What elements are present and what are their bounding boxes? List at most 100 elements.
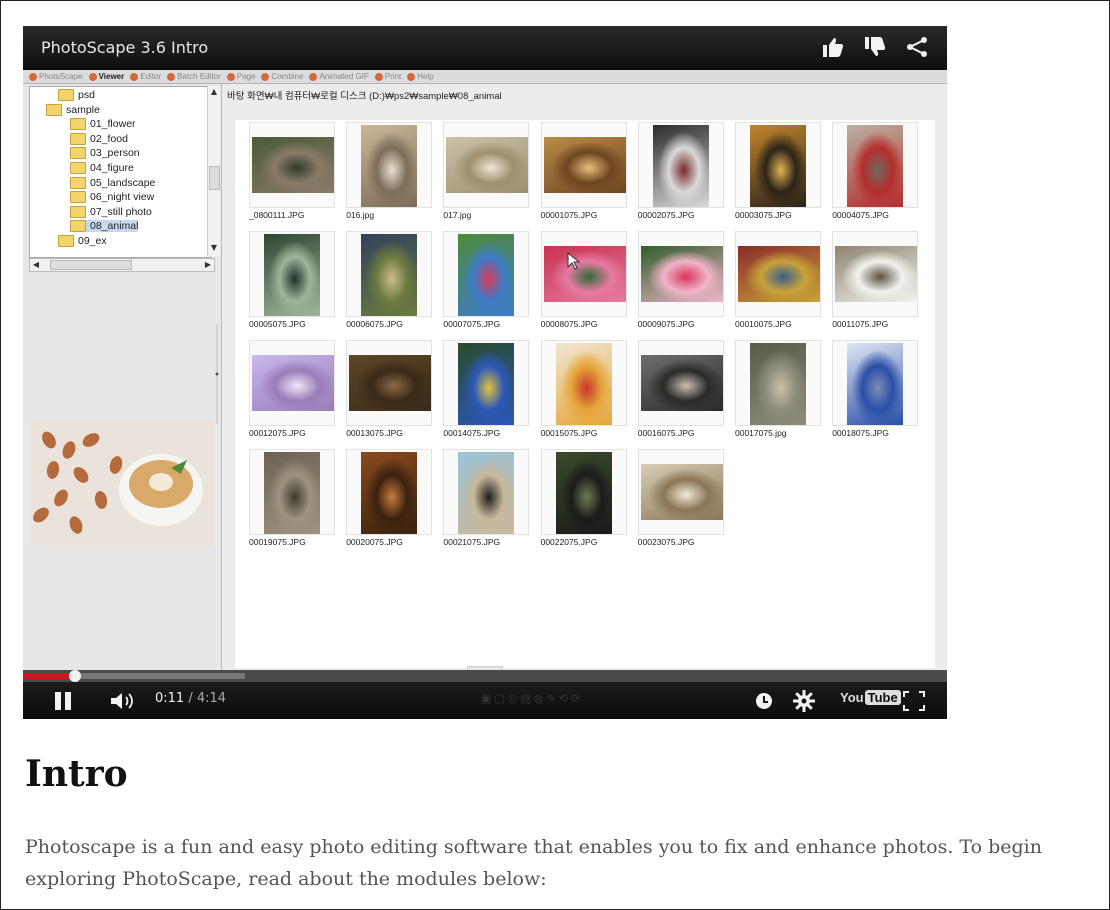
thumbs-up-icon[interactable]	[821, 36, 845, 58]
photo-thumbnail[interactable]: 016.jpg	[346, 122, 433, 226]
photo-thumbnail[interactable]: 00010075.JPG	[735, 231, 821, 335]
photo-thumbnail[interactable]: 00006075.JPG	[346, 231, 433, 335]
folder-icon	[46, 103, 62, 116]
tree-folder-label: 03_person	[90, 147, 140, 160]
thumbnail-image	[738, 246, 820, 302]
thumbnail-frame	[540, 340, 627, 426]
photo-thumbnail[interactable]: 00019075.JPG	[249, 449, 335, 553]
thumbnail-image	[652, 125, 709, 207]
photo-thumbnail[interactable]: 00020075.JPG	[346, 449, 433, 553]
video-title[interactable]: PhotoScape 3.6 Intro	[41, 38, 208, 57]
tree-folder-item[interactable]: 08_animal	[70, 220, 139, 233]
thumbnail-filename: 00022075.JPG	[540, 537, 598, 547]
tree-folder-item[interactable]: psd	[58, 89, 95, 101]
menu-item-viewer[interactable]: Viewer	[88, 72, 124, 81]
photo-thumbnail[interactable]: 00011075.JPG	[832, 231, 919, 335]
photo-thumbnail[interactable]: 00005075.JPG	[249, 231, 335, 335]
video-progress-bar[interactable]	[23, 670, 947, 682]
tree-folder-item[interactable]: 05_landscape	[70, 176, 155, 189]
menu-item-batch-editor[interactable]: Batch Editor	[167, 72, 221, 81]
tree-folder-item[interactable]: 06_night view	[70, 191, 154, 204]
tree-vertical-scrollbar[interactable]: ▲ ▼	[207, 86, 220, 256]
menu-item-icon	[29, 72, 37, 81]
progress-scrubber[interactable]	[68, 670, 81, 682]
watch-later-clock-icon[interactable]	[755, 692, 773, 710]
photo-thumbnail[interactable]: 00002075.JPG	[637, 122, 724, 226]
photo-thumbnail[interactable]: 00021075.JPG	[443, 449, 530, 553]
photo-thumbnail[interactable]: 00001075.JPG	[540, 122, 627, 226]
thumbnail-image	[264, 234, 320, 316]
folder-icon	[58, 235, 74, 247]
tree-folder-item[interactable]: 07_still photo	[70, 205, 152, 218]
thumbnail-frame	[249, 231, 335, 317]
scrollbar-thumb[interactable]	[50, 260, 132, 270]
menu-item-help[interactable]: Help	[407, 72, 434, 81]
menu-item-animated-gif[interactable]: Animated GIF	[309, 72, 369, 81]
thumbnail-frame	[637, 449, 724, 535]
folder-tree[interactable]: psd sample 01_flower 02_food 03_person 04_fig…	[29, 86, 211, 258]
tree-folder-item[interactable]: 03_person	[70, 147, 140, 160]
photo-thumbnail[interactable]: 00003075.JPG	[735, 122, 821, 226]
menu-item-print[interactable]: Print	[374, 72, 401, 81]
photo-thumbnail[interactable]: 017.jpg	[443, 122, 530, 226]
photo-thumbnail[interactable]: 00022075.JPG	[540, 449, 627, 553]
youtube-video-player[interactable]: PhotoScape 3.6 Intro PhotoScape Viewer Edi…	[23, 26, 947, 719]
photo-thumbnail[interactable]: _0800111.JPG	[249, 122, 335, 226]
fullscreen-icon[interactable]	[903, 691, 925, 711]
thumbnail-frame	[735, 231, 821, 317]
photo-thumbnail[interactable]: 00004075.JPG	[832, 122, 919, 226]
video-action-icons	[821, 36, 929, 58]
settings-gear-icon[interactable]	[793, 690, 815, 712]
thumbnail-frame	[735, 122, 821, 208]
thumbnail-image	[252, 137, 334, 193]
thumbnail-filename: 00009075.JPG	[637, 319, 695, 329]
photo-thumbnail[interactable]: 00023075.JPG	[637, 449, 724, 553]
thumbnail-filename: 00017075.jpg	[735, 428, 787, 438]
menu-item-photoscape[interactable]: PhotoScape	[29, 72, 83, 81]
video-time-display: 0:11 / 4:14	[155, 691, 226, 706]
tree-folder-item[interactable]: 02_food	[70, 132, 128, 145]
thumbnail-frame	[249, 449, 335, 535]
photo-thumbnail[interactable]: 00008075.JPG	[540, 231, 627, 335]
menu-item-combine[interactable]: Combine	[261, 72, 303, 81]
photo-thumbnail[interactable]: 00007075.JPG	[443, 231, 530, 335]
pause-icon[interactable]	[53, 691, 73, 711]
scroll-left-arrow-icon[interactable]: ◀	[30, 259, 42, 271]
tree-folder-item[interactable]: 04_figure	[70, 162, 134, 174]
thumbnail-grid[interactable]: _0800111.JPG 016.jpg 017.jpg 00001075.JPG 00…	[235, 120, 935, 668]
thumbnail-frame	[832, 340, 919, 426]
volume-icon[interactable]	[109, 691, 137, 711]
scroll-down-arrow-icon[interactable]: ▼	[208, 242, 220, 254]
photo-thumbnail[interactable]: 00012075.JPG	[249, 340, 335, 444]
thumbs-down-icon[interactable]	[863, 36, 887, 58]
share-icon[interactable]	[905, 36, 929, 58]
thumbnail-image	[543, 246, 626, 302]
pane-splitter[interactable]	[215, 324, 219, 424]
tree-folder-item[interactable]: 09_ex	[58, 235, 107, 247]
thumbnail-frame	[637, 340, 724, 426]
thumbnail-filename: 00011075.JPG	[832, 319, 889, 329]
photo-thumbnail[interactable]: 00018075.JPG	[832, 340, 919, 444]
thumbnail-filename: 00002075.JPG	[637, 210, 695, 220]
photo-thumbnail[interactable]: 00015075.JPG	[540, 340, 627, 444]
thumbnail-frame	[832, 231, 919, 317]
photo-thumbnail[interactable]: 00017075.jpg	[735, 340, 821, 444]
menu-item-page[interactable]: Page	[226, 72, 255, 81]
scroll-up-arrow-icon[interactable]: ▲	[208, 86, 220, 98]
photo-thumbnail[interactable]: 00009075.JPG	[637, 231, 724, 335]
menu-item-editor[interactable]: Editor	[130, 72, 161, 81]
photo-thumbnail[interactable]: 00013075.JPG	[346, 340, 433, 444]
intro-paragraph: Photoscape is a fun and easy photo editi…	[25, 836, 1042, 890]
photo-thumbnail[interactable]: 00016075.JPG	[637, 340, 724, 444]
folder-icon	[70, 191, 86, 204]
thumbnail-image	[458, 343, 515, 425]
tree-folder-item[interactable]: sample	[46, 103, 100, 116]
scrollbar-thumb[interactable]	[209, 166, 220, 190]
tree-folder-item[interactable]: 01_flower	[70, 118, 136, 131]
thumbnail-frame	[637, 231, 724, 317]
youtube-logo[interactable]: You Tube	[840, 690, 901, 705]
thumbnail-image	[640, 246, 723, 302]
scroll-right-arrow-icon[interactable]: ▶	[202, 259, 214, 271]
photo-thumbnail[interactable]: 00014075.JPG	[443, 340, 530, 444]
tree-horizontal-scrollbar[interactable]: ◀ ▶	[29, 258, 215, 272]
